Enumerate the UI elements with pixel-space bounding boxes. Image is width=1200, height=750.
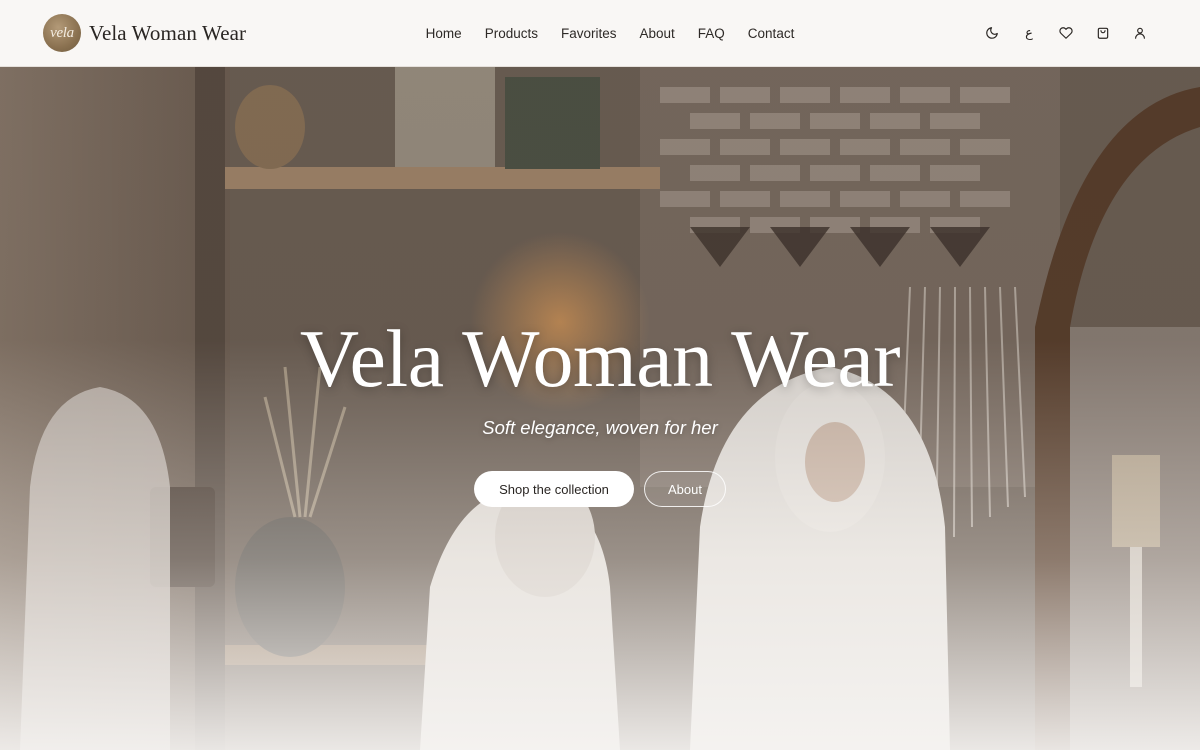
nav-home[interactable]: Home <box>414 26 473 41</box>
nav-faq[interactable]: FAQ <box>686 26 736 41</box>
account-button[interactable] <box>1131 22 1149 44</box>
brand-link[interactable]: vela Vela Woman Wear <box>43 14 246 52</box>
hero-subtitle: Soft elegance, woven for her <box>482 417 718 438</box>
user-icon <box>1135 27 1145 39</box>
heart-icon <box>1059 27 1073 39</box>
bag-icon <box>1097 27 1109 39</box>
brand-logo: vela <box>43 14 81 52</box>
nav-contact[interactable]: Contact <box>736 26 806 41</box>
moon-icon <box>986 27 998 39</box>
hero-cta-row: Shop the collection About <box>0 471 1200 507</box>
favorites-button[interactable] <box>1057 22 1075 44</box>
site-header: vela Vela Woman Wear Home Products Favor… <box>0 0 1200 67</box>
language-toggle[interactable]: ع <box>1020 22 1038 44</box>
header-actions: ع <box>983 22 1149 44</box>
hero-title: Vela Woman Wear <box>299 313 901 404</box>
shop-collection-button[interactable]: Shop the collection <box>474 471 634 507</box>
nav-favorites[interactable]: Favorites <box>549 26 628 41</box>
logo-text: vela <box>50 24 74 41</box>
about-button[interactable]: About <box>644 471 726 507</box>
nav-products[interactable]: Products <box>473 26 549 41</box>
theme-toggle-button[interactable] <box>983 22 1001 44</box>
hero-section: Vela Woman Wear Soft elegance, woven for… <box>0 67 1200 750</box>
hero-content: Vela Woman Wear Soft elegance, woven for… <box>0 67 1200 750</box>
cart-button[interactable] <box>1094 22 1112 44</box>
nav-about[interactable]: About <box>628 26 686 41</box>
brand-name: Vela Woman Wear <box>89 20 247 45</box>
